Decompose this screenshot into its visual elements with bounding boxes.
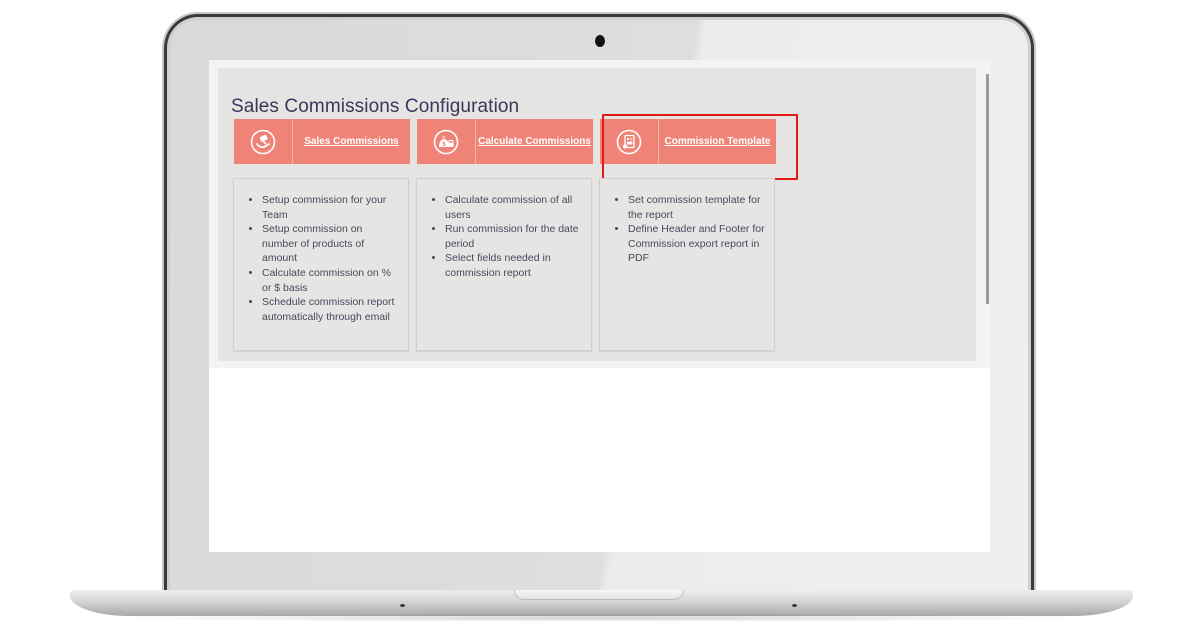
- hand-money-icon: [234, 119, 293, 164]
- content-area: Sales Commissions Configuration Sales Co…: [209, 60, 990, 368]
- configuration-panel: Sales Commissions Configuration Sales Co…: [218, 68, 976, 361]
- commission-template-description: Set commission template for the report D…: [599, 178, 775, 351]
- laptop-shadow: [95, 614, 1105, 622]
- money-bag-calculator-icon: $: [417, 119, 476, 164]
- sales-commissions-label: Sales Commissions: [304, 136, 399, 147]
- laptop-screen: Sales Commissions Configuration Sales Co…: [209, 60, 990, 552]
- base-foot-dot: [792, 604, 797, 607]
- calculate-commissions-button[interactable]: $ Calculate Commissions: [417, 119, 593, 164]
- lid-notch: [514, 590, 684, 600]
- list-item: Calculate commission on % or $ basis: [262, 266, 400, 295]
- sales-commissions-description: Setup commission for your Team Setup com…: [233, 178, 409, 351]
- webcam-icon: [595, 35, 605, 47]
- calculate-commissions-description: Calculate commission of all users Run co…: [416, 178, 592, 351]
- list-item: Set commission template for the report: [628, 193, 766, 222]
- sales-commissions-button[interactable]: Sales Commissions: [234, 119, 410, 164]
- list-item: Setup commission on number of products o…: [262, 222, 400, 266]
- scrollbar[interactable]: [986, 74, 989, 304]
- list-item: Select fields needed in commission repor…: [445, 251, 583, 280]
- base-foot-dot: [400, 604, 405, 607]
- list-item: Define Header and Footer for Commission …: [628, 222, 766, 266]
- laptop-base: [70, 590, 1133, 616]
- list-item: Calculate commission of all users: [445, 193, 583, 222]
- calculate-commissions-label: Calculate Commissions: [478, 136, 591, 147]
- list-item: Setup commission for your Team: [262, 193, 400, 222]
- highlight-callout: [602, 114, 798, 180]
- list-item: Run commission for the date period: [445, 222, 583, 251]
- page-title: Sales Commissions Configuration: [231, 96, 520, 117]
- list-item: Schedule commission report automatically…: [262, 295, 400, 324]
